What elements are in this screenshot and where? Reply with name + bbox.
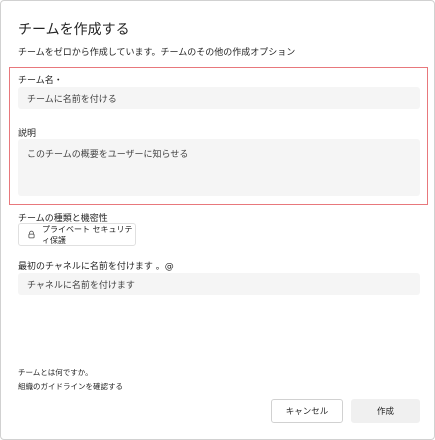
guidelines-link[interactable]: 組織のガイドラインを確認する xyxy=(18,381,123,392)
create-team-dialog: チームを作成する チームをゼロから作成しています。チームのその他の作成オプション… xyxy=(0,0,435,440)
privacy-dropdown[interactable]: プライベート セキュリティ保護 xyxy=(18,223,136,246)
channel-label: 最初のチャネルに名前を付けます 。@ xyxy=(18,262,174,272)
cancel-button[interactable]: キャンセル xyxy=(271,399,343,423)
dialog-title: チームを作成する xyxy=(18,22,130,38)
channel-name-input[interactable]: チャネルに名前を付けます xyxy=(18,273,420,295)
what-is-team-link[interactable]: チームとは何ですか。 xyxy=(18,367,93,378)
privacy-value: プライベート セキュリティ保護 xyxy=(41,224,133,245)
lock-icon xyxy=(28,230,35,239)
create-button[interactable]: 作成 xyxy=(351,399,420,423)
description-textarea[interactable]: このチームの概要をユーザーに知らせる xyxy=(18,139,420,196)
team-name-label: チーム名・ xyxy=(18,76,63,86)
team-name-input[interactable]: チームに名前を付ける xyxy=(18,87,420,109)
dialog-subtitle: チームをゼロから作成しています。チームのその他の作成オプション xyxy=(18,48,296,58)
description-label: 説明 xyxy=(18,129,37,139)
